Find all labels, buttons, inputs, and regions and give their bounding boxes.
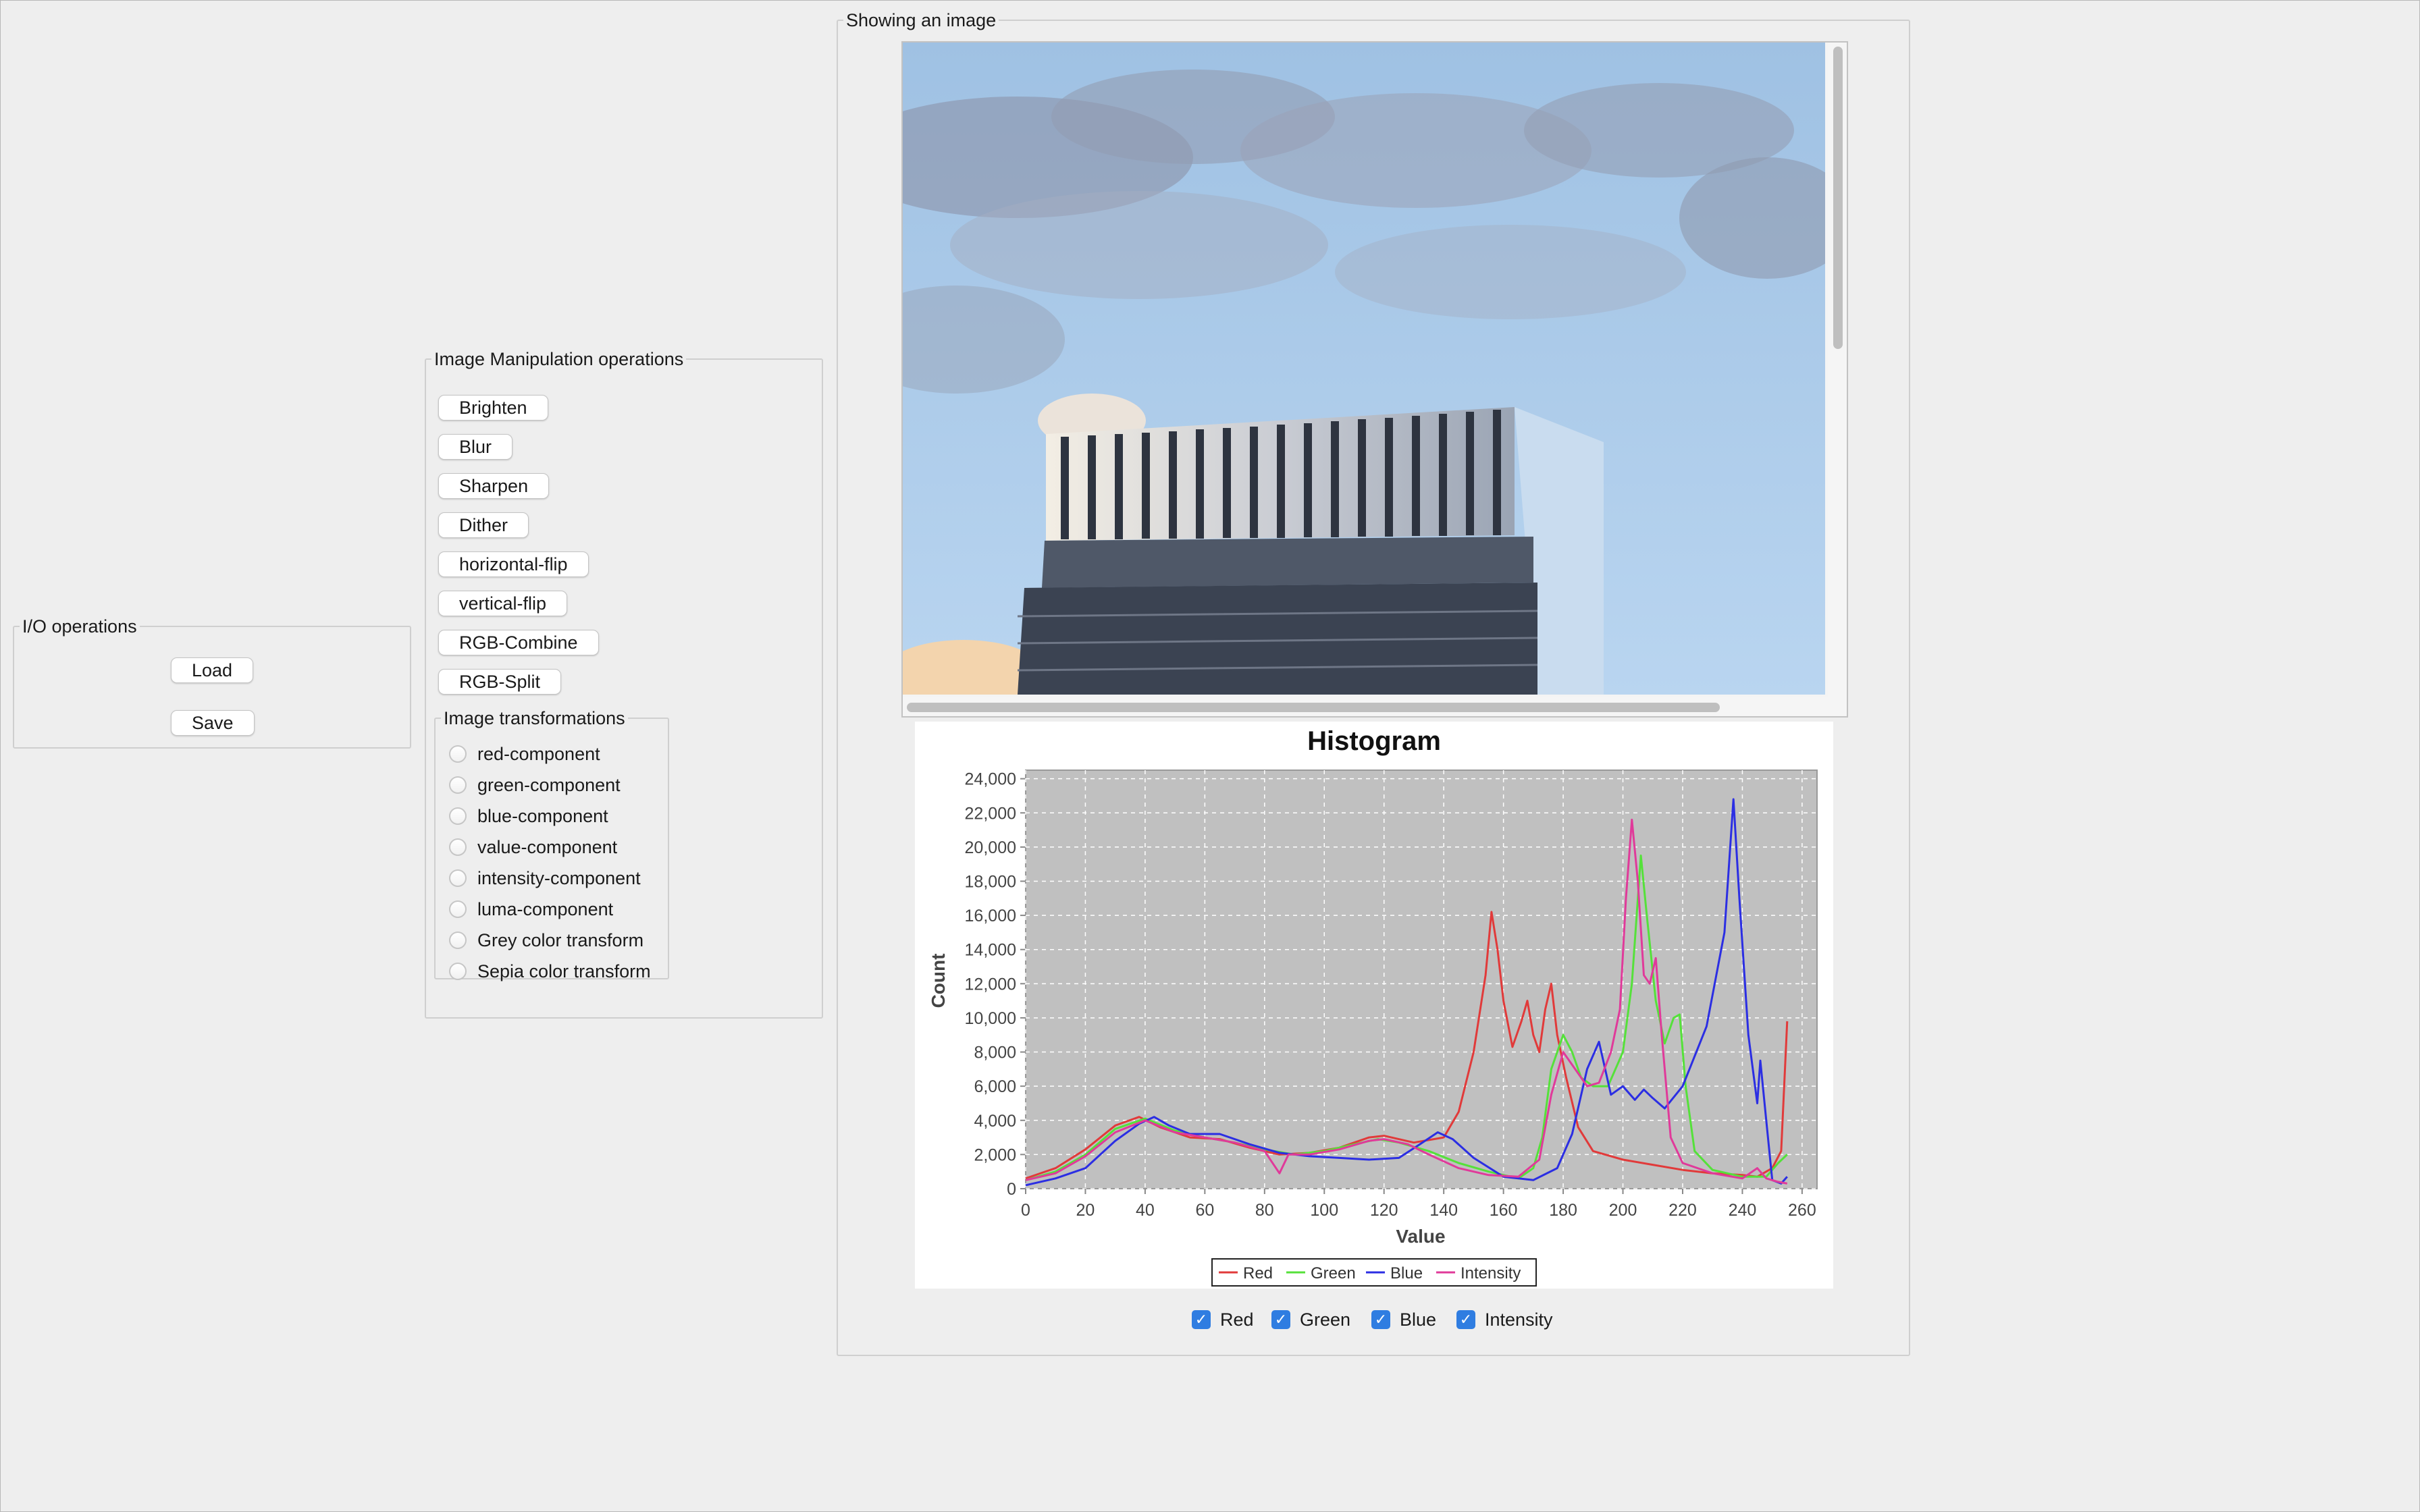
app-window: I/O operations Load Save Image Manipulat… — [0, 0, 2420, 1512]
y-tick-label: 2,000 — [974, 1145, 1016, 1164]
x-axis-label: Value — [1396, 1226, 1445, 1247]
radio-label: green-component — [477, 774, 621, 795]
toggle-label: Blue — [1400, 1309, 1437, 1330]
legend-entry: Intensity — [1461, 1264, 1521, 1282]
y-tick-label: 20,000 — [965, 838, 1016, 857]
save-button[interactable]: Save — [171, 710, 255, 736]
y-tick-label: 8,000 — [974, 1044, 1016, 1062]
x-tick-label: 220 — [1668, 1201, 1697, 1220]
toggle-label: Intensity — [1485, 1309, 1553, 1330]
x-tick-label: 0 — [1021, 1201, 1030, 1220]
radio-sepia-transform[interactable]: Sepia color transform — [449, 958, 651, 985]
rgb-combine-button[interactable]: RGB-Combine — [438, 630, 599, 655]
y-tick-label: 18,000 — [965, 872, 1016, 891]
y-axis-label: Count — [928, 954, 949, 1008]
loaded-image — [903, 43, 1825, 695]
radio-circle[interactable] — [449, 776, 467, 794]
radio-circle[interactable] — [449, 963, 467, 980]
radio-label: luma-component — [477, 898, 614, 919]
image-manipulation-panel: Image Manipulation operations Brighten B… — [425, 349, 823, 1019]
radio-circle[interactable] — [449, 869, 467, 887]
radio-blue-component[interactable]: blue-component — [449, 803, 608, 830]
radio-label: blue-component — [477, 805, 608, 826]
toggle-green[interactable]: ✓ Green — [1271, 1307, 1350, 1332]
plot-area — [1025, 770, 1818, 1189]
legend-entry: Green — [1311, 1264, 1356, 1282]
radio-intensity-component[interactable]: intensity-component — [449, 865, 641, 892]
load-button[interactable]: Load — [171, 657, 254, 683]
horizontal-scrollbar[interactable] — [903, 697, 1847, 716]
radio-luma-component[interactable]: luma-component — [449, 896, 613, 923]
radio-value-component[interactable]: value-component — [449, 834, 617, 861]
blur-button[interactable]: Blur — [438, 434, 513, 460]
radio-label: Grey color transform — [477, 929, 644, 950]
radio-label: red-component — [477, 743, 600, 764]
rgb-split-button[interactable]: RGB-Split — [438, 669, 562, 695]
radio-label: intensity-component — [477, 867, 641, 888]
radio-circle[interactable] — [449, 807, 467, 825]
y-tick-label: 24,000 — [965, 770, 1016, 789]
x-tick-label: 40 — [1136, 1201, 1155, 1220]
x-tick-label: 240 — [1729, 1201, 1757, 1220]
toggle-blue[interactable]: ✓ Blue — [1371, 1307, 1436, 1332]
dither-button[interactable]: Dither — [438, 512, 529, 538]
y-tick-label: 22,000 — [965, 804, 1016, 823]
image-display-title: Showing an image — [846, 10, 997, 30]
x-tick-label: 100 — [1310, 1201, 1338, 1220]
sharpen-button[interactable]: Sharpen — [438, 473, 550, 499]
vertical-scrollbar[interactable] — [1828, 43, 1847, 716]
y-tick-label: 16,000 — [965, 907, 1016, 925]
radio-label: value-component — [477, 836, 618, 857]
radio-grey-transform[interactable]: Grey color transform — [449, 927, 643, 954]
image-transformations-title: Image transformations — [444, 708, 625, 728]
x-tick-label: 120 — [1370, 1201, 1398, 1220]
radio-circle[interactable] — [449, 745, 467, 763]
x-tick-label: 20 — [1076, 1201, 1095, 1220]
y-tick-label: 6,000 — [974, 1077, 1016, 1096]
histogram-chart: Histogram Value Count 0 2,000 4,000 6,000 8,… — [928, 726, 1818, 1287]
image-transformations-panel: Image transformations red-component gree… — [434, 708, 669, 981]
histogram-chart-panel: Histogram Value Count 0 2,000 4,000 6,000 8,… — [915, 722, 1833, 1289]
toggle-label: Red — [1220, 1309, 1254, 1330]
checkbox-checked-icon[interactable]: ✓ — [1456, 1310, 1475, 1329]
y-tick-label: 0 — [1007, 1180, 1016, 1199]
x-tick-label: 180 — [1549, 1201, 1577, 1220]
horizontal-scrollbar-thumb[interactable] — [907, 703, 1720, 712]
image-manipulation-title: Image Manipulation operations — [434, 349, 684, 369]
horizontal-flip-button[interactable]: horizontal-flip — [438, 551, 589, 577]
radio-circle[interactable] — [449, 900, 467, 918]
radio-red-component[interactable]: red-component — [449, 740, 600, 767]
legend-entry: Blue — [1390, 1264, 1423, 1282]
x-tick-label: 260 — [1788, 1201, 1816, 1220]
x-tick-label: 60 — [1195, 1201, 1214, 1220]
legend-entry: Red — [1243, 1264, 1273, 1282]
toggle-red[interactable]: ✓ Red — [1192, 1307, 1254, 1332]
vertical-flip-button[interactable]: vertical-flip — [438, 591, 568, 616]
toggle-intensity[interactable]: ✓ Intensity — [1456, 1307, 1553, 1332]
y-tick-label: 10,000 — [965, 1009, 1016, 1028]
io-operations-panel: I/O operations Load Save — [13, 616, 411, 749]
toggle-label: Green — [1300, 1309, 1351, 1330]
x-tick-label: 160 — [1490, 1201, 1518, 1220]
y-tick-label: 4,000 — [974, 1112, 1016, 1131]
x-tick-label: 80 — [1255, 1201, 1274, 1220]
checkbox-checked-icon[interactable]: ✓ — [1271, 1310, 1290, 1329]
y-tick-label: 14,000 — [965, 941, 1016, 960]
vertical-scrollbar-thumb[interactable] — [1833, 47, 1843, 349]
radio-label: Sepia color transform — [477, 961, 651, 981]
checkbox-checked-icon[interactable]: ✓ — [1371, 1310, 1390, 1329]
x-tick-label: 140 — [1429, 1201, 1458, 1220]
radio-circle[interactable] — [449, 932, 467, 949]
radio-green-component[interactable]: green-component — [449, 772, 621, 799]
y-tick-label: 12,000 — [965, 975, 1016, 994]
image-scroll-pane[interactable] — [901, 41, 1848, 718]
x-tick-label: 200 — [1609, 1201, 1637, 1220]
chart-title: Histogram — [1307, 726, 1441, 756]
radio-circle[interactable] — [449, 838, 467, 856]
brighten-button[interactable]: Brighten — [438, 395, 548, 421]
checkbox-checked-icon[interactable]: ✓ — [1192, 1310, 1211, 1329]
io-operations-title: I/O operations — [22, 616, 137, 637]
